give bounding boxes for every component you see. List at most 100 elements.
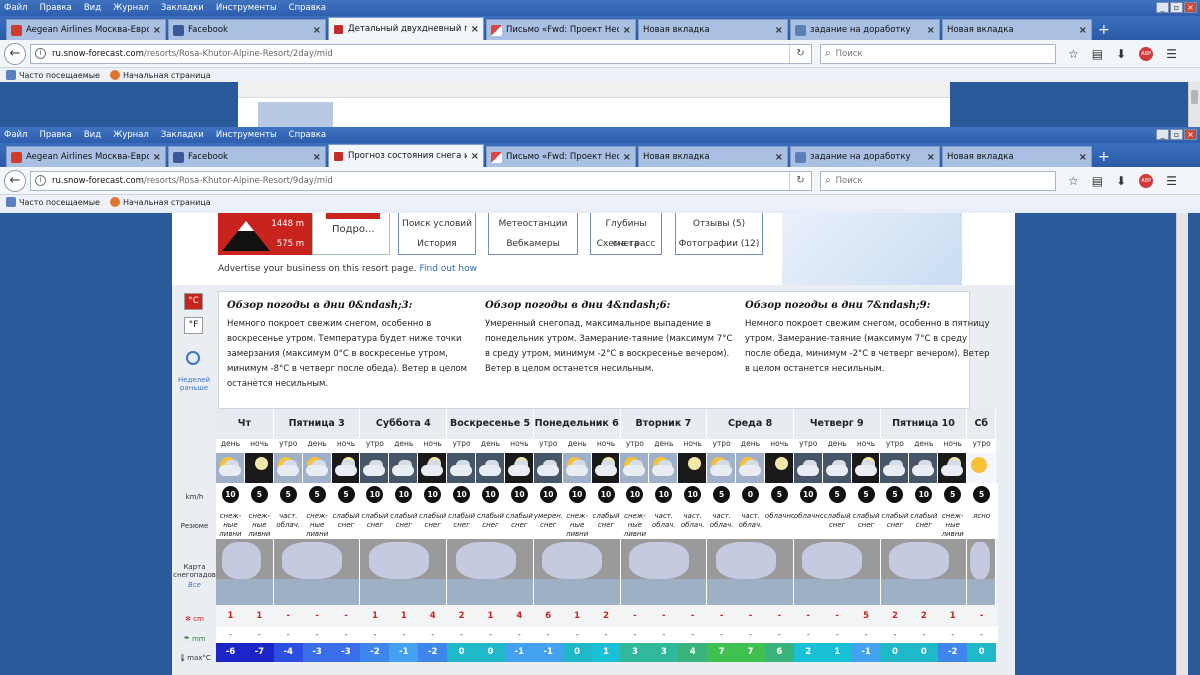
tab-close-icon[interactable]: × — [927, 25, 935, 36]
reading-list-icon[interactable]: ▤ — [1092, 174, 1103, 188]
adblock-icon[interactable]: ABP — [1139, 46, 1154, 61]
hamburger-menu-icon[interactable]: ☰ — [1166, 47, 1177, 61]
menu-item[interactable]: Журнал — [113, 3, 149, 13]
tab-close-icon[interactable]: × — [927, 152, 935, 163]
browser-tab[interactable]: Новая вкладка × — [638, 19, 788, 40]
browser-tab[interactable]: Aegean Airlines Москва-Евро... × — [6, 19, 166, 40]
close-button[interactable]: × — [1184, 2, 1197, 13]
info-icon[interactable]: i — [35, 48, 46, 59]
tab-close-icon[interactable]: × — [623, 25, 631, 36]
details-link[interactable]: Подро... — [332, 224, 375, 235]
tab-close-icon[interactable]: × — [1079, 152, 1087, 163]
snow-map-thumbnail[interactable] — [707, 539, 794, 605]
browser-tab[interactable]: Новая вкладка × — [942, 146, 1092, 167]
snow-map-thumbnail[interactable] — [620, 539, 708, 605]
star-icon[interactable]: ☆ — [1068, 174, 1079, 188]
forecast-tab-button[interactable] — [326, 213, 380, 219]
day-header[interactable]: Четверг 9 — [793, 409, 881, 439]
resort-link[interactable]: Вебкамеры — [489, 234, 577, 254]
fahrenheit-toggle[interactable]: °F — [184, 317, 203, 334]
browser-tab[interactable]: задание на доработку × — [790, 19, 940, 40]
new-tab-button[interactable]: + — [1094, 146, 1114, 167]
day-header[interactable]: Вторник 7 — [620, 409, 708, 439]
info-icon[interactable]: i — [35, 175, 46, 186]
search-input[interactable]: ⌕ Поиск — [820, 170, 1056, 191]
bookmark-home[interactable]: Начальная страница — [109, 70, 211, 80]
day-header[interactable]: Пятница 10 — [880, 409, 968, 439]
resort-link[interactable]: Схема трасс — [591, 234, 661, 254]
row-label-map-all[interactable]: Все — [172, 581, 217, 589]
browser-tab[interactable]: Новая вкладка × — [942, 19, 1092, 40]
tab-close-icon[interactable]: × — [775, 152, 783, 163]
url-bar[interactable]: i ru.snow-forecast.com/resorts/Rosa-Khut… — [30, 170, 812, 191]
day-header[interactable]: Чт — [216, 409, 274, 439]
close-button[interactable]: × — [1184, 129, 1197, 140]
scrollbar-thumb[interactable] — [1191, 90, 1198, 104]
day-header[interactable]: Сб — [967, 409, 997, 439]
day-header[interactable]: Среда 8 — [707, 409, 794, 439]
page-scrollbar[interactable] — [1176, 213, 1188, 675]
resort-link[interactable]: История — [399, 234, 475, 254]
browser-tab[interactable]: Письмо «Fwd: Проект Неста... × — [486, 146, 636, 167]
resort-link[interactable]: Отзывы (5) — [676, 214, 762, 234]
resort-link[interactable]: Поиск условий — [399, 214, 475, 234]
find-out-how-link[interactable]: Find out how — [419, 264, 476, 274]
resort-link[interactable]: Фотографии (12) — [676, 234, 762, 254]
snow-map-thumbnail[interactable] — [880, 539, 968, 605]
browser-tab[interactable]: задание на доработку × — [790, 146, 940, 167]
browser-tab[interactable]: Детальный двухдневный п... × — [328, 17, 484, 40]
back-button[interactable]: ← — [4, 42, 26, 65]
browser-tab[interactable]: Facebook × — [168, 146, 326, 167]
tab-close-icon[interactable]: × — [153, 25, 161, 36]
day-header[interactable]: Пятница 3 — [273, 409, 361, 439]
day-header[interactable]: Понедельник 6 — [533, 409, 621, 439]
new-tab-button[interactable]: + — [1094, 19, 1114, 40]
menu-item[interactable]: Файл — [4, 3, 27, 13]
menu-item[interactable]: Справка — [289, 130, 326, 140]
browser-tab[interactable]: Письмо «Fwd: Проект Неста... × — [486, 19, 636, 40]
menu-item[interactable]: Закладки — [161, 130, 204, 140]
minimize-button[interactable]: _ — [1156, 129, 1169, 140]
week-earlier-link[interactable]: Неделей раньше — [176, 376, 212, 392]
resort-link[interactable]: Метеостанции — [489, 214, 577, 234]
menu-item[interactable]: Правка — [39, 3, 71, 13]
snow-map-thumbnail[interactable] — [273, 539, 361, 605]
tab-close-icon[interactable]: × — [1079, 25, 1087, 36]
tab-close-icon[interactable]: × — [471, 151, 479, 162]
resort-logo[interactable]: 1448 m 575 m — [218, 213, 312, 255]
menu-item[interactable]: Вид — [84, 3, 101, 13]
minimize-button[interactable]: _ — [1156, 2, 1169, 13]
tab-close-icon[interactable]: × — [775, 25, 783, 36]
tab-close-icon[interactable]: × — [623, 152, 631, 163]
reload-icon[interactable]: ↻ — [789, 44, 811, 63]
back-button[interactable]: ← — [4, 169, 26, 192]
resort-link[interactable]: Глубины снега — [591, 214, 661, 249]
download-icon[interactable]: ⬇ — [1116, 47, 1126, 61]
celsius-toggle[interactable]: °C — [184, 293, 203, 310]
tab-close-icon[interactable]: × — [471, 24, 479, 35]
bookmark-home[interactable]: Начальная страница — [109, 197, 211, 207]
search-input[interactable]: ⌕ Поиск — [820, 43, 1056, 64]
menu-item[interactable]: Инструменты — [216, 130, 277, 140]
menu-item[interactable]: Инструменты — [216, 3, 277, 13]
bookmark-most-visited[interactable]: Часто посещаемые — [6, 70, 100, 80]
browser-tab[interactable]: Aegean Airlines Москва-Евро... × — [6, 146, 166, 167]
day-header[interactable]: Воскресенье 5 — [447, 409, 534, 439]
menu-item[interactable]: Правка — [39, 130, 71, 140]
reading-list-icon[interactable]: ▤ — [1092, 47, 1103, 61]
menu-item[interactable]: Справка — [289, 3, 326, 13]
reload-icon[interactable]: ↻ — [789, 171, 811, 190]
scrollbar[interactable] — [1188, 82, 1200, 127]
menu-item[interactable]: Вид — [84, 130, 101, 140]
tab-close-icon[interactable]: × — [153, 152, 161, 163]
snow-map-thumbnail[interactable] — [793, 539, 881, 605]
maximize-button[interactable]: ▫ — [1170, 2, 1183, 13]
menu-item[interactable]: Журнал — [113, 130, 149, 140]
snow-map-thumbnail[interactable] — [447, 539, 534, 605]
clock-icon[interactable] — [186, 351, 200, 365]
tab-close-icon[interactable]: × — [313, 25, 321, 36]
snow-map-thumbnail[interactable] — [533, 539, 621, 605]
menu-item[interactable]: Файл — [4, 130, 27, 140]
adblock-icon[interactable]: ABP — [1139, 173, 1154, 188]
star-icon[interactable]: ☆ — [1068, 47, 1079, 61]
